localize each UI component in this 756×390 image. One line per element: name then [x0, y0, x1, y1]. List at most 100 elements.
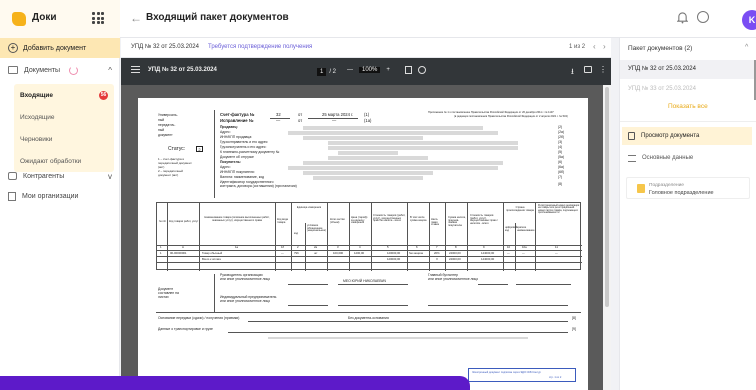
- sidebar-item-documents[interactable]: Документы ^: [0, 60, 120, 80]
- column-number: 9: [483, 245, 485, 249]
- table-rule: [167, 203, 168, 271]
- sidebar-item-label: Исходящие: [20, 113, 55, 121]
- building-icon: [8, 191, 16, 201]
- column-number: 4: [359, 245, 361, 249]
- invoice-number: 32: [276, 112, 281, 117]
- download-icon[interactable]: ⭳: [571, 66, 574, 80]
- column-header: краткое наименование: [517, 226, 535, 232]
- status-note: документ (акт): [158, 173, 179, 177]
- package-item[interactable]: УПД № 33 от 25.03.2024: [628, 86, 696, 92]
- table-cell: 20%: [434, 251, 440, 255]
- table-rule: [535, 203, 536, 271]
- redacted-value: [328, 146, 518, 150]
- top-bar: Доки ← Входящий пакет документов K: [0, 0, 756, 38]
- table-cell: шт: [314, 251, 318, 255]
- loading-spinner-icon: [69, 65, 79, 75]
- column-header: № п/п: [159, 220, 167, 223]
- column-header: Код товара/ работ, услуг: [169, 220, 199, 223]
- column-header: Страна происхождения товара: [506, 206, 534, 212]
- pdf-viewer: УПД № 32 от 25.03.2024 1/ 2 —100% + ⭳ ⋮ У…: [121, 58, 611, 390]
- add-document-button[interactable]: + Добавить документ: [0, 38, 120, 58]
- shipment-doc-label: Документ об отгрузке: [220, 155, 254, 159]
- sidebar-item-incoming[interactable]: Входящие 56: [14, 84, 114, 106]
- chevron-down-icon[interactable]: v: [108, 172, 112, 181]
- back-arrow-icon[interactable]: ←: [130, 11, 142, 25]
- page-number-input[interactable]: 1: [317, 67, 327, 76]
- document-package-panel: Пакет документов (2) ^ УПД № 32 от 25.03…: [619, 38, 756, 390]
- package-title: Пакет документов (2): [628, 45, 693, 52]
- currency-label: Валюта: наименование, код: [220, 175, 265, 179]
- table-cell: 24000,00: [449, 251, 461, 255]
- signature-line: [338, 284, 408, 285]
- seller-address-label: Адрес:: [220, 130, 231, 134]
- chevron-right-icon[interactable]: ›: [603, 42, 606, 51]
- column-header: В том числе сумма акциза: [410, 216, 427, 222]
- list-icon: [628, 154, 636, 162]
- status-label: Статус:: [168, 146, 186, 152]
- buyer-address-label: Адрес:: [220, 165, 231, 169]
- signature-line: [428, 305, 568, 306]
- divider: [156, 312, 581, 313]
- field-line: [228, 332, 568, 333]
- row-code: (5): [558, 150, 563, 154]
- doc-signed-line: листах: [158, 295, 169, 299]
- divider: [214, 274, 215, 312]
- total-x: Х: [436, 257, 438, 261]
- table-rule: [429, 203, 430, 271]
- chevron-left-icon[interactable]: ‹: [593, 42, 596, 51]
- table-cell: без акциза: [409, 251, 423, 255]
- signature-line: [478, 284, 508, 285]
- table-cell: —: [507, 251, 510, 255]
- redacted-value: [303, 126, 483, 130]
- document-pager: 1 из 2: [569, 44, 586, 50]
- sidebar-item-organizations[interactable]: Мои организации: [0, 186, 120, 206]
- view-document-tab[interactable]: Просмотр документа: [622, 127, 752, 145]
- sidebar-item-drafts[interactable]: Черновики: [14, 128, 114, 150]
- subdivision-card: Подразделение Головное подразделение: [626, 177, 750, 199]
- brand-area[interactable]: Доки: [0, 0, 120, 38]
- zoom-level[interactable]: 100%: [359, 67, 381, 73]
- signature-line: [338, 305, 408, 306]
- sidebar-item-label: Мои организации: [22, 192, 79, 200]
- chevron-up-icon[interactable]: ^: [745, 44, 748, 51]
- fix-value: —: [332, 118, 337, 123]
- zoom-in-button[interactable]: +: [386, 67, 390, 73]
- redacted-value: [328, 141, 518, 145]
- fix-number: —: [276, 118, 281, 123]
- subdivision-value: Головное подразделение: [649, 190, 714, 196]
- print-icon[interactable]: [584, 66, 592, 73]
- column-number: 1: [160, 245, 162, 249]
- sidebar-item-label: Контрагенты: [23, 172, 65, 180]
- chevron-up-icon[interactable]: ^: [108, 66, 112, 75]
- documents-submenu: Входящие 56 Исходящие Черновики Ожидают о…: [14, 84, 114, 172]
- column-number: 7: [436, 245, 438, 249]
- sidebar: + Добавить документ Документы ^ Входящие…: [0, 38, 120, 390]
- package-item[interactable]: УПД № 32 от 25.03.2024: [620, 60, 754, 79]
- viewer-scroll-thumb[interactable]: [605, 87, 609, 307]
- menu-icon[interactable]: [131, 66, 140, 73]
- column-header: Стоимость товаров (работ, услуг), имущес…: [470, 214, 498, 225]
- document-number: УПД № 32 от 25.03.2024: [131, 44, 199, 50]
- sidebar-item-outgoing[interactable]: Исходящие: [14, 106, 114, 128]
- column-header: цифровой код: [505, 226, 518, 232]
- document-header: УПД № 32 от 25.03.2024 Требуется подтвер…: [121, 38, 611, 58]
- more-vertical-icon[interactable]: ⋮: [599, 65, 607, 74]
- rotate-icon[interactable]: [418, 66, 426, 74]
- help-icon[interactable]: [697, 11, 709, 23]
- shipper-label: Грузоотправитель и его адрес:: [220, 140, 269, 144]
- zoom-out-button[interactable]: —: [347, 67, 353, 73]
- redacted-value: [288, 166, 498, 170]
- head-label: или иное уполномоченное лицо: [220, 277, 271, 281]
- table-rule: [305, 223, 306, 271]
- avatar[interactable]: K: [742, 10, 756, 30]
- ip-label: или иное уполномоченное лицо: [220, 299, 271, 303]
- show-all-link[interactable]: Показать все: [668, 103, 708, 110]
- fit-page-icon[interactable]: [405, 66, 412, 74]
- bell-icon[interactable]: [677, 11, 688, 24]
- sidebar-item-contractors[interactable]: Контрагенты v: [0, 166, 120, 186]
- divider: [214, 110, 215, 198]
- apps-grid-icon[interactable]: [92, 12, 104, 24]
- sidebar-item-label: Черновики: [20, 135, 53, 143]
- contractors-icon: [8, 172, 17, 180]
- main-data-tab[interactable]: Основные данные: [622, 149, 752, 167]
